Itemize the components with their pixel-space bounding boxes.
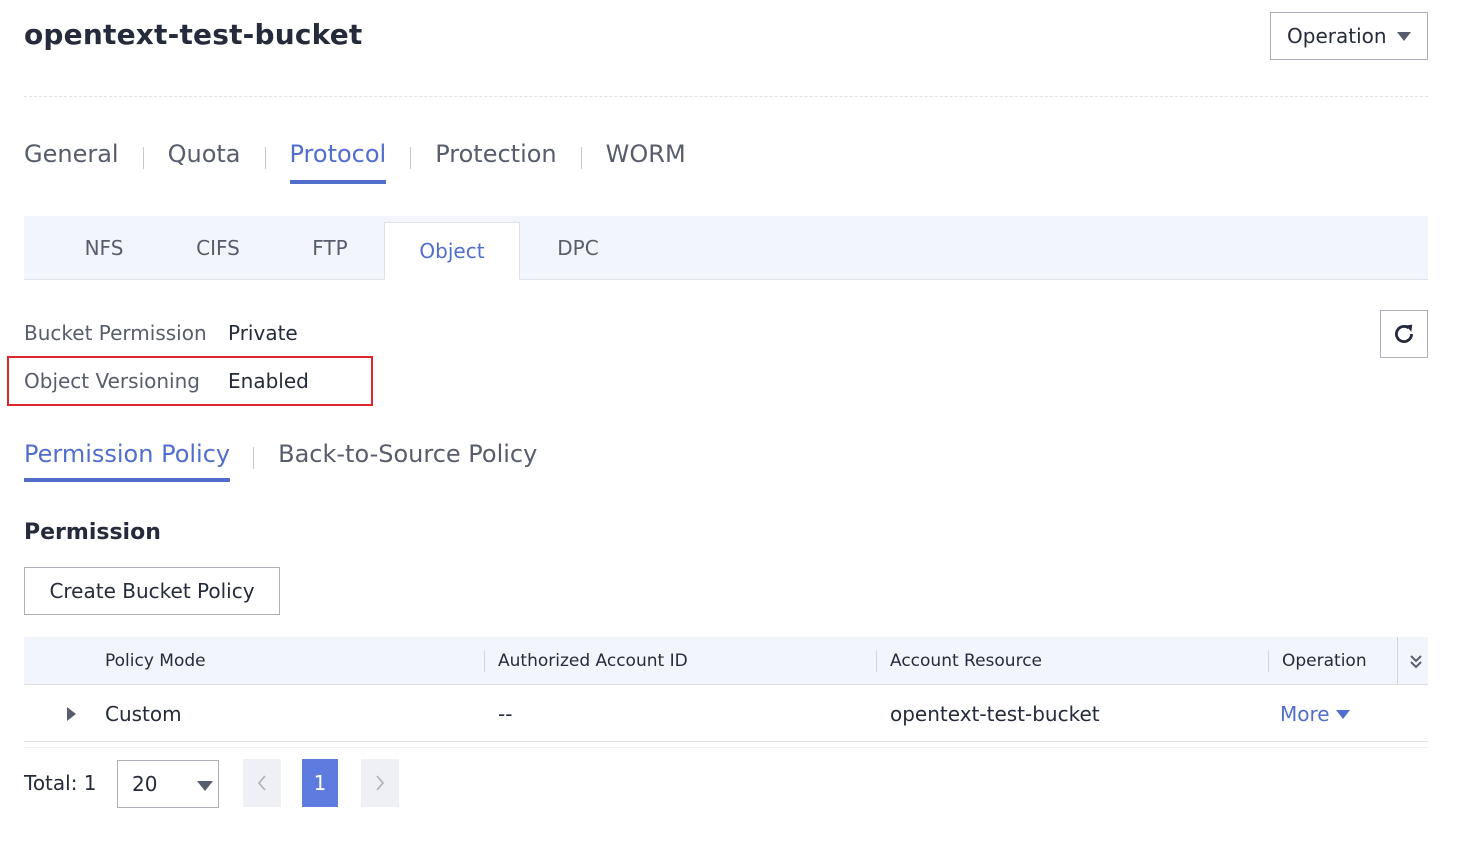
cell-account-resource: opentext-test-bucket [890, 702, 1100, 726]
subtab-nfs[interactable]: NFS [64, 216, 144, 280]
next-page-button[interactable] [361, 759, 399, 807]
double-chevron-down-icon [1410, 655, 1422, 669]
refresh-icon [1395, 324, 1413, 343]
table-header: Policy Mode Authorized Account ID Accoun… [24, 637, 1428, 685]
column-separator [876, 650, 877, 672]
more-label: More [1280, 702, 1330, 726]
column-header-account-resource[interactable]: Account Resource [890, 637, 1042, 685]
protocol-sub-tabs: NFS CIFS FTP Object DPC [24, 216, 1428, 280]
tab-protocol[interactable]: Protocol [289, 140, 387, 184]
tab-separator [142, 147, 144, 169]
tab-protection[interactable]: Protection [435, 140, 556, 180]
page-button-1[interactable]: 1 [302, 759, 338, 807]
highlight-box [7, 356, 373, 406]
prev-page-button[interactable] [243, 759, 281, 807]
bucket-permission-value: Private [228, 321, 298, 345]
tab-general[interactable]: General [24, 140, 119, 180]
main-tabs: General Quota Protocol Protection WORM [24, 140, 686, 188]
chevron-right-icon [376, 775, 385, 791]
subtab-dpc[interactable]: DPC [538, 216, 618, 280]
permission-section-title: Permission [24, 520, 161, 545]
tab-quota[interactable]: Quota [168, 140, 241, 180]
caret-down-icon [197, 781, 213, 791]
table-row: Custom -- opentext-test-bucket More [24, 686, 1428, 742]
caret-down-icon [1335, 709, 1350, 719]
operation-dropdown-button[interactable]: Operation [1270, 12, 1428, 60]
page-title: opentext-test-bucket [24, 18, 363, 51]
bucket-permission-row: Bucket Permission Private [24, 321, 298, 345]
caret-right-icon[interactable] [67, 707, 76, 721]
refresh-button[interactable] [1380, 310, 1428, 358]
operation-label: Operation [1287, 24, 1387, 48]
tab-permission-policy[interactable]: Permission Policy [24, 440, 231, 482]
subtab-ftp[interactable]: FTP [290, 216, 370, 280]
page-size-value: 20 [132, 772, 158, 796]
column-settings-button[interactable] [1404, 637, 1428, 685]
column-separator [1268, 650, 1269, 672]
column-header-authorized-account-id[interactable]: Authorized Account ID [498, 637, 688, 685]
chevron-left-icon [257, 775, 266, 791]
tab-separator [580, 147, 582, 169]
column-header-operation[interactable]: Operation [1282, 637, 1367, 685]
bucket-permission-label: Bucket Permission [24, 321, 207, 345]
create-bucket-policy-button[interactable]: Create Bucket Policy [24, 567, 280, 615]
page-size-select[interactable]: 20 [117, 760, 219, 808]
column-separator [484, 650, 485, 672]
table-bottom-divider [24, 747, 1428, 748]
total-count: Total: 1 [24, 771, 97, 795]
cell-authorized-account-id: -- [498, 702, 513, 726]
subtab-cifs[interactable]: CIFS [178, 216, 258, 280]
tab-separator [410, 147, 412, 169]
tab-separator [253, 447, 255, 469]
column-header-policy-mode[interactable]: Policy Mode [105, 637, 206, 685]
column-separator [1397, 637, 1398, 685]
header-divider [24, 96, 1428, 97]
subtab-object[interactable]: Object [384, 222, 520, 280]
tab-separator [264, 147, 266, 169]
policy-tabs: Permission Policy Back-to-Source Policy [24, 440, 537, 482]
cell-policy-mode: Custom [105, 702, 182, 726]
tab-worm[interactable]: WORM [606, 140, 686, 180]
caret-down-icon [1397, 32, 1411, 41]
tab-back-to-source-policy[interactable]: Back-to-Source Policy [278, 440, 537, 478]
more-dropdown-link[interactable]: More [1280, 686, 1350, 742]
